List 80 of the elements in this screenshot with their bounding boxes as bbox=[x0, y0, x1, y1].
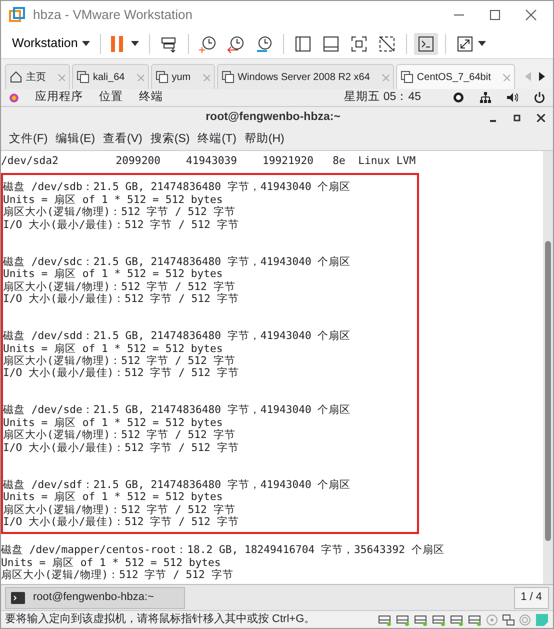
terminal-line: 扇区大小(逻辑/物理)：512 字节 / 512 字节 bbox=[1, 569, 234, 582]
maximize-icon[interactable] bbox=[489, 9, 501, 21]
scrollbar-thumb[interactable] bbox=[545, 241, 551, 541]
thumbnail-view-icon bbox=[322, 34, 340, 52]
vm-tab[interactable]: Windows Server 2008 R2 x64 bbox=[216, 64, 394, 89]
applications-icon bbox=[9, 92, 19, 102]
virtual-machine-icon bbox=[156, 71, 168, 83]
top-bar-menu[interactable]: 终端 bbox=[139, 88, 163, 106]
vm-tab[interactable]: CentOS_7_64bit bbox=[396, 64, 515, 89]
close-icon[interactable] bbox=[537, 114, 545, 122]
console-view-button[interactable] bbox=[414, 32, 438, 54]
vm-tab[interactable]: 主页 bbox=[5, 64, 70, 89]
top-bar-menu[interactable]: 应用程序 bbox=[35, 88, 83, 106]
terminal-menu[interactable]: 搜索(S) bbox=[150, 130, 190, 148]
virtual-machine-icon bbox=[222, 71, 234, 83]
virtual-machine-icon bbox=[400, 71, 413, 83]
unity-icon bbox=[378, 34, 396, 52]
top-bar-menu[interactable]: 位置 bbox=[99, 88, 123, 106]
caret-icon bbox=[130, 41, 139, 46]
vm-tab[interactable]: kali_64 bbox=[72, 64, 149, 89]
network-adapter-icon[interactable] bbox=[502, 614, 515, 626]
terminal-menu[interactable]: 文件(F) bbox=[9, 130, 48, 148]
terminal-menu[interactable]: 查看(V) bbox=[103, 130, 142, 148]
revert-snapshot-icon bbox=[226, 34, 245, 52]
terminal-line: I/O 大小(最小/最佳)：512 字节 / 512 字节 bbox=[3, 218, 240, 231]
terminal-line: Units = 扇区 of 1 * 512 = 512 bytes bbox=[1, 556, 222, 569]
virtual-machine-icon bbox=[77, 71, 89, 83]
record-icon[interactable] bbox=[453, 92, 464, 103]
terminal-menu[interactable]: 帮助(H) bbox=[244, 130, 284, 148]
terminal-line: I/O 大小(最小/最佳)：512 字节 / 512 字节 bbox=[3, 516, 240, 528]
scroll-right-icon[interactable] bbox=[539, 72, 545, 81]
terminal-line: 磁盘 /dev/sdd：21.5 GB, 21474836480 字节，41943040 个扇区 bbox=[3, 330, 352, 342]
terminal-line: I/O 大小(最小/最佳)：512 字节 / 512 字节 bbox=[3, 292, 240, 306]
terminal-line: Units = 扇区 of 1 * 512 = 512 bytes bbox=[3, 268, 224, 281]
send-keys-icon bbox=[160, 34, 178, 52]
window-title: hbza - VMware Workstation bbox=[33, 6, 194, 24]
terminal-line: I/O 大小(最小/最佳)：512 字节 / 512 字节 bbox=[3, 442, 240, 454]
workspace-indicator[interactable]: 1 / 4 bbox=[514, 586, 549, 608]
terminal-line: Units = 扇区 of 1 * 512 = 512 bytes bbox=[3, 416, 224, 429]
snapshot-manager-icon bbox=[254, 34, 273, 52]
terminal-line: 磁盘 /dev/sdb：21.5 GB, 21474836480 字节，41943040 个扇区 bbox=[3, 181, 352, 194]
caret-icon bbox=[82, 41, 90, 46]
pause-icon bbox=[110, 36, 123, 52]
terminal-line: Units = 扇区 of 1 * 512 = 512 bytes bbox=[3, 194, 224, 206]
taskbar-window-button[interactable]: root@fengwenbo-hbza:~ bbox=[5, 586, 185, 608]
console-view-icon bbox=[416, 34, 435, 52]
terminal-line: 扇区大小(逻辑/物理)：512 字节 / 512 字节 bbox=[3, 354, 236, 367]
app-logo-icon bbox=[9, 7, 25, 23]
terminal-line: Units = 扇区 of 1 * 512 = 512 bytes bbox=[3, 342, 224, 355]
volume-icon[interactable] bbox=[507, 92, 518, 103]
terminal-menu[interactable]: 编辑(E) bbox=[56, 130, 96, 148]
terminal-line: /dev/sda2 2099200 41943039 19921920 8e Linux LVM bbox=[1, 155, 417, 168]
terminal-line: I/O 大小(最小/最佳)：512 字节 / 512 字节 bbox=[3, 367, 240, 380]
terminal-line: 磁盘 /dev/sde：21.5 GB, 21474836480 字节，41943040 个扇区 bbox=[3, 404, 352, 417]
terminal-line: 扇区大小(逻辑/物理)：512 字节 / 512 字节 bbox=[3, 429, 236, 442]
stretch-icon bbox=[456, 34, 474, 52]
fullscreen-icon bbox=[350, 34, 368, 52]
home-icon bbox=[10, 71, 22, 83]
terminal-line: 扇区大小(逻辑/物理)：512 字节 / 512 字节 bbox=[3, 206, 236, 219]
close-icon[interactable] bbox=[525, 9, 537, 21]
terminal-line: 磁盘 /dev/sdc：21.5 GB, 21474836480 字节，41943040 个扇区 bbox=[3, 256, 352, 268]
network-icon[interactable] bbox=[480, 92, 491, 103]
terminal-line: 磁盘 /dev/sdf：21.5 GB, 21474836480 字节，41943040 个扇区 bbox=[3, 478, 352, 491]
scrollbar[interactable] bbox=[543, 151, 553, 584]
snapshot-icon bbox=[198, 34, 217, 52]
maximize-icon[interactable] bbox=[513, 114, 521, 122]
vm-tab[interactable]: yum bbox=[150, 64, 215, 89]
library-view-icon bbox=[294, 34, 312, 52]
clock: 星期五 05：45 bbox=[344, 90, 421, 105]
terminal-line: Units = 扇区 of 1 * 512 = 512 bytes bbox=[3, 491, 224, 504]
terminal-line: 扇区大小(逻辑/物理)：512 字节 / 512 字节 bbox=[3, 280, 236, 293]
workstation-menu-button[interactable]: Workstation bbox=[9, 32, 93, 55]
caret-icon bbox=[478, 41, 486, 46]
terminal-line: 磁盘 /dev/mapper/centos-root：18.2 GB, 18249416704 字节，35643392 个扇区 bbox=[1, 544, 446, 557]
terminal-menu[interactable]: 终端(T) bbox=[198, 130, 236, 148]
terminal-title: root@fengwenbo-hbza:~ bbox=[204, 110, 342, 126]
status-message: 要将输入定向到该虚拟机，请将鼠标指针移入其中或按 Ctrl+G。 bbox=[5, 612, 316, 628]
terminal-line: 扇区大小(逻辑/物理)：512 字节 / 512 字节 bbox=[3, 504, 236, 516]
power-icon[interactable] bbox=[534, 92, 545, 103]
terminal-icon bbox=[11, 592, 25, 604]
